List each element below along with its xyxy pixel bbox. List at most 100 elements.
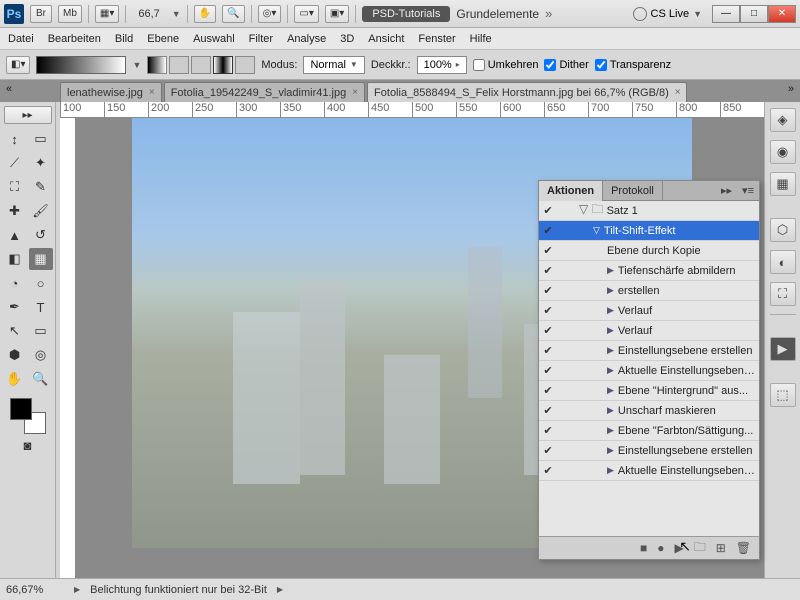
type-tool[interactable]: T xyxy=(29,296,53,318)
transparenz-check[interactable]: Transparenz xyxy=(595,59,671,71)
menu-bild[interactable]: Bild xyxy=(115,33,133,45)
eyedropper-tool[interactable]: ✎ xyxy=(29,176,53,198)
stamp-tool[interactable]: ▲ xyxy=(3,224,27,246)
record-icon[interactable]: ● xyxy=(657,541,664,555)
action-row[interactable]: ▽Tilt-Shift-Effekt xyxy=(539,221,759,241)
tab-protokoll[interactable]: Protokoll xyxy=(603,181,663,201)
crop-panel-icon[interactable]: ⛶ xyxy=(770,282,796,306)
styles-panel-icon[interactable]: ▦ xyxy=(770,172,796,196)
action-row[interactable]: ▶Unscharf maskieren xyxy=(539,401,759,421)
action-row[interactable]: ▶Ebene "Farbton/Sättigung... xyxy=(539,421,759,441)
lasso-tool[interactable]: ⟋ xyxy=(3,152,27,174)
close-icon[interactable]: × xyxy=(352,87,358,98)
gradient-radial[interactable] xyxy=(169,56,189,74)
menu-fenster[interactable]: Fenster xyxy=(418,33,455,45)
action-row[interactable]: ▶Verlauf xyxy=(539,301,759,321)
cslive-label[interactable]: CS Live xyxy=(651,8,690,20)
close-button[interactable]: ✕ xyxy=(768,5,796,23)
tabs-prev[interactable]: « xyxy=(6,83,12,95)
new-set-icon[interactable]: 🗀 xyxy=(694,538,706,559)
color-panel-icon[interactable]: ◈ xyxy=(770,108,796,132)
action-row[interactable]: ▶Verlauf xyxy=(539,321,759,341)
gradient-tool[interactable]: ▦ xyxy=(29,248,53,270)
gradient-linear[interactable] xyxy=(147,56,167,74)
screenmode-button[interactable]: ▣▾ xyxy=(325,5,349,23)
actions-panel-icon[interactable]: ▶ xyxy=(770,337,796,361)
menu-3d[interactable]: 3D xyxy=(340,33,354,45)
action-row[interactable]: Ebene durch Kopie xyxy=(539,241,759,261)
move-tool[interactable]: ↕ xyxy=(3,128,27,150)
gradient-swatch[interactable] xyxy=(36,56,126,74)
minimize-button[interactable]: — xyxy=(712,5,740,23)
workspace-pill[interactable]: PSD-Tutorials xyxy=(362,6,450,22)
doc-tab[interactable]: lenathewise.jpg× xyxy=(60,82,162,102)
color-swatches[interactable] xyxy=(10,398,46,434)
menu-filter[interactable]: Filter xyxy=(249,33,273,45)
crop-tool[interactable]: ⛶ xyxy=(3,176,27,198)
pen-tool[interactable]: ✒ xyxy=(3,296,27,318)
layers-panel-icon[interactable]: ⬚ xyxy=(770,383,796,407)
collapse-tools[interactable]: ▸▸ xyxy=(4,106,52,124)
menu-analyse[interactable]: Analyse xyxy=(287,33,326,45)
dither-check[interactable]: Dither xyxy=(544,59,588,71)
doc-tab[interactable]: Fotolia_19542249_S_vladimir41.jpg× xyxy=(164,82,365,102)
wand-tool[interactable]: ✦ xyxy=(29,152,53,174)
bridge-button[interactable]: Br xyxy=(30,5,52,23)
action-row[interactable]: ▶Aktuelle Einstellungsebene... xyxy=(539,461,759,481)
umkehren-check[interactable]: Umkehren xyxy=(473,59,539,71)
rotate-view-button[interactable]: ◎▾ xyxy=(258,5,282,23)
brush-tool[interactable]: 🖌 xyxy=(29,200,53,222)
history-brush-tool[interactable]: ↺ xyxy=(29,224,53,246)
arrange-button[interactable]: ▭▾ xyxy=(294,5,318,23)
zoom-button[interactable]: 🔍 xyxy=(222,5,244,23)
maximize-button[interactable]: □ xyxy=(740,5,768,23)
eraser-tool[interactable]: ◧ xyxy=(3,248,27,270)
layout-button[interactable]: ▦▾ xyxy=(95,5,119,23)
3d-tool[interactable]: ⬢ xyxy=(3,344,27,366)
menu-ebene[interactable]: Ebene xyxy=(147,33,179,45)
tabs-next[interactable]: » xyxy=(788,83,794,95)
status-arrow2[interactable]: ▶ xyxy=(277,585,283,594)
gradient-angle[interactable] xyxy=(191,56,211,74)
swatches-panel-icon[interactable]: ◉ xyxy=(770,140,796,164)
workspace-name[interactable]: Grundelemente xyxy=(456,7,539,21)
action-row[interactable]: ▶Ebene "Hintergrund" aus... xyxy=(539,381,759,401)
deckkr-field[interactable]: 100%▸ xyxy=(417,56,467,74)
zoom-display[interactable]: 66,7 xyxy=(132,8,165,20)
menu-ansicht[interactable]: Ansicht xyxy=(368,33,404,45)
fg-color[interactable] xyxy=(10,398,32,420)
doc-tab[interactable]: Fotolia_8588494_S_Felix Horstmann.jpg be… xyxy=(367,82,687,102)
action-row[interactable]: ▶erstellen xyxy=(539,281,759,301)
shape-tool[interactable]: ▭ xyxy=(29,320,53,342)
action-row[interactable]: ▶Aktuelle Einstellungsebene... xyxy=(539,361,759,381)
path-tool[interactable]: ↖ xyxy=(3,320,27,342)
gradient-tool-icon[interactable]: ◧▾ xyxy=(6,56,30,74)
marquee-tool[interactable]: ▭ xyxy=(29,128,53,150)
action-row[interactable]: ▶Tiefenschärfe abmildern xyxy=(539,261,759,281)
quickmask-button[interactable]: ◙ xyxy=(4,434,52,456)
menu-auswahl[interactable]: Auswahl xyxy=(193,33,235,45)
menu-hilfe[interactable]: Hilfe xyxy=(470,33,492,45)
zoom-tool[interactable]: 🔍 xyxy=(29,368,53,390)
blur-tool[interactable]: ◔ xyxy=(3,272,27,294)
dodge-tool[interactable]: ○ xyxy=(29,272,53,294)
trash-icon[interactable]: 🗑 xyxy=(736,541,751,555)
gradient-reflected[interactable] xyxy=(213,56,233,74)
gradient-diamond[interactable] xyxy=(235,56,255,74)
menu-bearbeiten[interactable]: Bearbeiten xyxy=(48,33,101,45)
close-icon[interactable]: × xyxy=(675,87,681,98)
modus-select[interactable]: Normal▼ xyxy=(303,56,364,74)
tab-aktionen[interactable]: Aktionen xyxy=(539,181,603,201)
action-row[interactable]: ▶Einstellungsebene erstellen xyxy=(539,441,759,461)
action-row[interactable]: ▶Einstellungsebene erstellen xyxy=(539,341,759,361)
heal-tool[interactable]: ✚ xyxy=(3,200,27,222)
new-action-icon[interactable]: ⊞ xyxy=(716,541,726,555)
panel-collapse[interactable]: ▸▸ xyxy=(716,184,737,197)
status-arrow[interactable]: ▶ xyxy=(74,585,80,594)
close-icon[interactable]: × xyxy=(149,87,155,98)
adjustments-panel-icon[interactable]: ⬡ xyxy=(770,218,796,242)
menu-datei[interactable]: Datei xyxy=(8,33,34,45)
status-zoom[interactable]: 66,67% xyxy=(6,584,64,596)
3d-camera-tool[interactable]: ◎ xyxy=(29,344,53,366)
hand-button[interactable]: ✋ xyxy=(194,5,216,23)
